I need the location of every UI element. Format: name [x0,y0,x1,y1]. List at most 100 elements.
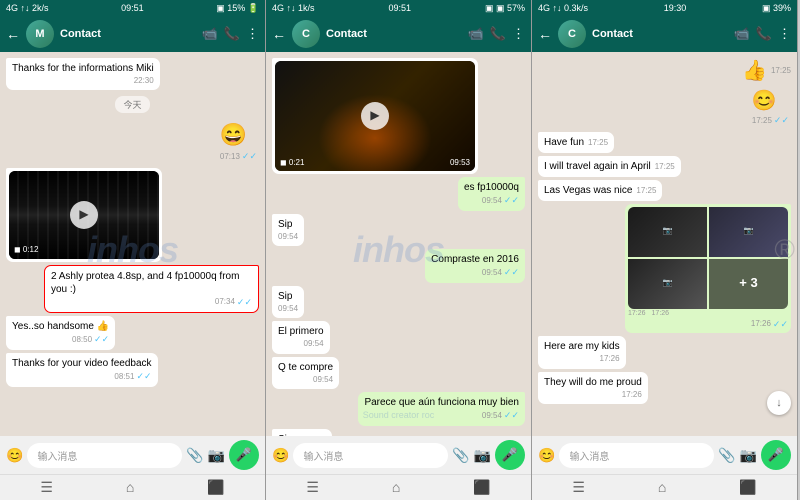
nav-bar-1: ☰ ⌂ ⬛ [0,474,265,500]
video-thumb-1[interactable]: ▶ ◼ 0:12 [9,171,159,259]
msg-text-sip2: Sip [278,291,292,302]
message-input-2[interactable]: 输入消息 [293,443,448,468]
emoji-icon-2[interactable]: 😊 [272,447,289,464]
chat-body-3: 👍 17:25 😊 17:25 ✓✓ Have fun 17:25 I will… [532,52,797,436]
header-icons-1[interactable]: 📹 📞 ⋮ [202,26,259,42]
msg-parece: Parece que aún funciona muy bien 09:54 ✓… [358,392,525,426]
camera-icon-2[interactable]: 📷 [474,447,491,464]
msg-emoji-1: 😄 07:13 ✓✓ [218,119,259,164]
menu-nav-icon-2[interactable]: ☰ [306,479,319,496]
thumbs-time: 17:25 [771,66,791,75]
avatar-1: M [26,20,54,48]
attach-icon-3[interactable]: 📎 [718,447,735,464]
call-icon-3[interactable]: 📞 [756,26,772,42]
camera-icon-3[interactable]: 📷 [740,447,757,464]
header-icons-2[interactable]: 📹 📞 ⋮ [468,26,525,42]
header-info-3: Contact [592,28,728,40]
msg-time: 22:30 [12,76,154,86]
status-bar-2: 4G ↑↓ 1k/s 09:51 ▣ ▣ 57% [266,0,531,16]
msg-fp10000: es fp10000q 09:54 ✓✓ [458,177,525,211]
mic-button-1[interactable]: 🎤 [229,440,259,470]
img-cell-3: 📷 [628,259,707,309]
message-input-1[interactable]: 输入消息 [27,443,182,468]
back-icon-3[interactable]: ← [538,26,552,42]
msg-time-here-kids: 17:26 [544,354,620,364]
mic-button-2[interactable]: 🎤 [495,440,525,470]
scroll-down-button[interactable]: ↓ [767,391,791,415]
msg-time-handsome: 08:50 ✓✓ [12,334,109,346]
avatar-3: C [558,20,586,48]
attach-icon-1[interactable]: 📎 [186,447,203,464]
msg-las-vegas: Las Vegas was nice 17:25 [538,180,662,201]
msg-time-emoji: 07:13 ✓✓ [220,151,257,163]
msg-primero: El primero 09:54 [272,321,330,353]
msg-proud: They will do me proud 17:26 [538,372,648,404]
back-icon-1[interactable]: ← [6,26,20,42]
msg-text-boxed: 2 Ashly protea 4.8sp, and 4 fp10000q fro… [51,271,239,295]
msg-time-qte: 09:54 [278,375,333,385]
video-call-icon-2[interactable]: 📹 [468,26,484,42]
nav-bar-2: ☰ ⌂ ⬛ [266,474,531,500]
chat-header-1: ← M Contact 📹 📞 ⋮ [0,16,265,52]
phone-panel-1: 4G ↑↓ 2k/s 09:51 ▣ 15% 🔋 ← M Contact 📹 📞… [0,0,266,500]
msg-sip2: Sip 09:54 [272,286,304,318]
msg-text-sip1: Sip [278,219,292,230]
mic-button-3[interactable]: 🎤 [761,440,791,470]
menu-icon-1[interactable]: ⋮ [246,26,259,42]
image-grid[interactable]: 📷 📷 📷 + 3 [628,207,788,309]
msg-time-boxed: 07:34 ✓✓ [51,297,252,309]
msg-time-travel: 17:25 [655,162,675,172]
status-time-2: 09:51 [388,3,411,13]
attach-icon-2[interactable]: 📎 [452,447,469,464]
thumbs-row: 👍 17:25 [742,58,791,83]
play-button-1[interactable]: ▶ [70,201,98,229]
emoji-icon-1[interactable]: 😊 [6,447,23,464]
status-left-3: 4G ↑↓ 0.3k/s [538,3,588,13]
status-time-3: 19:30 [664,3,687,13]
msg-text-travel: I will travel again in April [544,160,651,173]
msg-time-sip2: 09:54 [278,304,298,314]
call-icon-2[interactable]: 📞 [490,26,506,42]
img-cell-2: 📷 [709,207,788,257]
status-bar-1: 4G ↑↓ 2k/s 09:51 ▣ 15% 🔋 [0,0,265,16]
video-thumb-large[interactable]: ▶ ◼ 0:21 09:53 [275,61,475,171]
camera-icon-1[interactable]: 📷 [208,447,225,464]
msg-time-las-vegas: 17:25 [636,186,656,196]
header-icons-3[interactable]: 📹 📞 ⋮ [734,26,791,42]
back-nav-icon-3[interactable]: ⬛ [739,479,756,496]
call-icon-1[interactable]: 📞 [224,26,240,42]
img-content-3: 📷 [628,259,707,309]
img-cell-plus[interactable]: + 3 [709,259,788,309]
message-input-3[interactable]: 输入消息 [559,443,714,468]
back-icon-2[interactable]: ← [272,26,286,42]
msg-text-sippp: Sippppppp [278,434,326,436]
menu-nav-icon-1[interactable]: ☰ [40,479,53,496]
msg-time-grid: 17:26 ✓✓ [628,319,788,331]
menu-icon-2[interactable]: ⋮ [512,26,525,42]
home-nav-icon-3[interactable]: ⌂ [658,479,666,496]
back-nav-icon-2[interactable]: ⬛ [473,479,490,496]
msg-text-parece: Parece que aún funciona muy bien [364,397,519,408]
chat-header-3: ← C Contact 📹 📞 ⋮ [532,16,797,52]
nav-bar-3: ☰ ⌂ ⬛ [532,474,797,500]
img-content-1: 📷 [628,207,707,257]
msg-have-fun: Have fun 17:25 [538,132,614,153]
contact-name-1: Contact [60,28,196,40]
video-call-icon-3[interactable]: 📹 [734,26,750,42]
home-nav-icon-1[interactable]: ⌂ [126,479,134,496]
msg-video-1: ▶ ◼ 0:12 [6,168,162,262]
msg-boxed-1: 2 Ashly protea 4.8sp, and 4 fp10000q fro… [44,265,259,314]
video-call-icon-1[interactable]: 📹 [202,26,218,42]
input-bar-2: 😊 输入消息 📎 📷 🎤 [266,436,531,474]
back-nav-icon-1[interactable]: ⬛ [207,479,224,496]
emoji-icon-3[interactable]: 😊 [538,447,555,464]
menu-nav-icon-3[interactable]: ☰ [572,479,585,496]
menu-icon-3[interactable]: ⋮ [778,26,791,42]
msg-text-handsome: Yes..so handsome 👍 [12,321,109,332]
play-button-large[interactable]: ▶ [361,102,389,130]
msg-text-las-vegas: Las Vegas was nice [544,184,632,197]
msg-time-proud: 17:26 [544,390,642,400]
status-right-2: ▣ ▣ 57% [485,3,525,14]
msg-have-fun-row: Have fun 17:25 [544,136,608,149]
home-nav-icon-2[interactable]: ⌂ [392,479,400,496]
